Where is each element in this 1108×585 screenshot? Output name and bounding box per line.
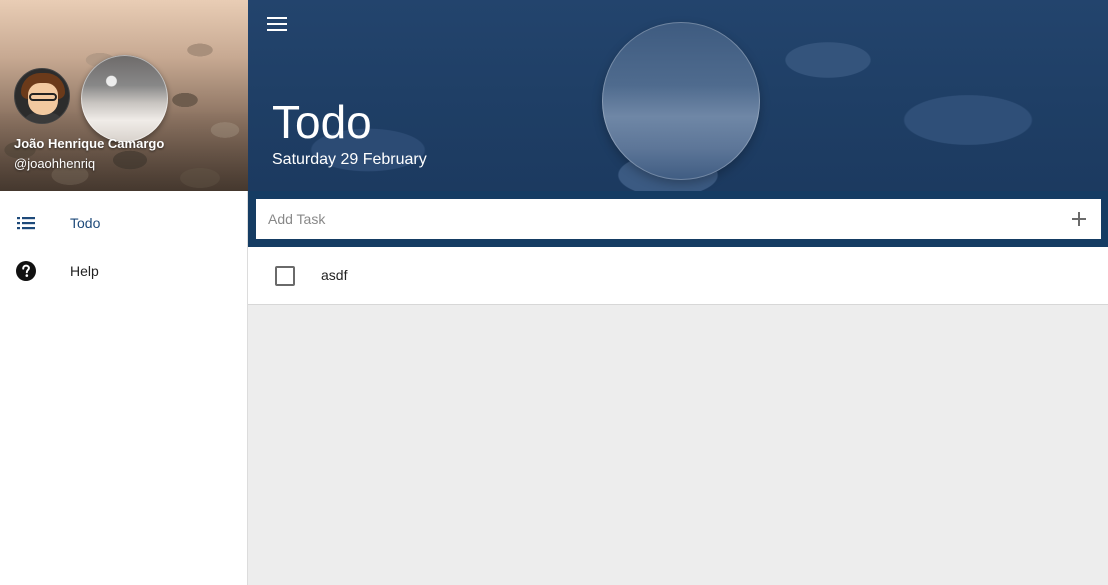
help-circle-icon	[16, 261, 36, 281]
page-date: Saturday 29 February	[272, 151, 427, 168]
list-icon	[16, 213, 36, 233]
header-background-image	[602, 22, 760, 180]
sidebar-item-todo[interactable]: Todo	[0, 199, 247, 247]
drawer-header: João Henrique Camargo @joaohhenriq	[0, 0, 248, 191]
task-list: asdf	[248, 247, 1108, 305]
avatar[interactable]	[14, 68, 70, 124]
add-task-bar	[248, 191, 1108, 247]
sidebar-item-label: Todo	[70, 215, 101, 231]
drawer-nav: Todo Help	[0, 199, 247, 295]
page-title: Todo	[272, 96, 372, 148]
add-icon[interactable]	[1067, 207, 1091, 231]
task-checkbox[interactable]	[275, 266, 295, 286]
navigation-drawer: João Henrique Camargo @joaohhenriq Todo	[0, 0, 248, 585]
sidebar-item-label: Help	[70, 263, 99, 279]
user-name: João Henrique Camargo	[14, 136, 165, 151]
task-text: asdf	[321, 267, 348, 283]
menu-icon[interactable]	[266, 16, 288, 32]
main-content: Todo Saturday 29 February asdf	[248, 0, 1108, 585]
list-item[interactable]: asdf	[248, 247, 1108, 304]
header-background-image	[81, 55, 168, 142]
add-task-box	[256, 199, 1101, 239]
sidebar-item-help[interactable]: Help	[0, 247, 247, 295]
add-task-input[interactable]	[256, 199, 1046, 239]
app-header: Todo Saturday 29 February	[248, 0, 1108, 191]
user-handle: @joaohhenriq	[14, 156, 96, 171]
